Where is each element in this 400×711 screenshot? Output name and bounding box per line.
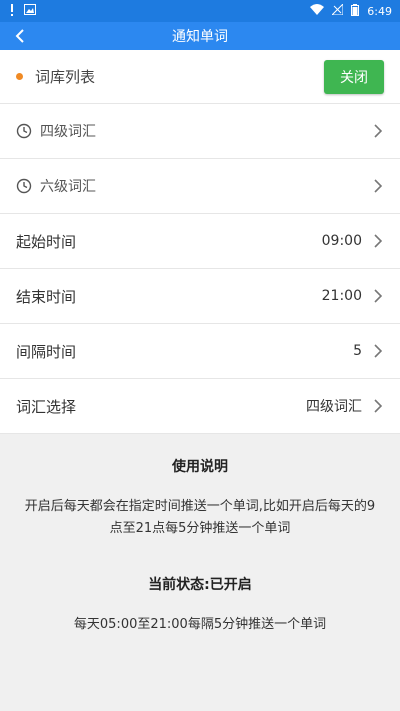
battery-icon: [351, 3, 360, 19]
interval-label: 间隔时间: [16, 342, 77, 361]
end-time-value: 21:00: [321, 288, 362, 304]
chevron-right-icon: [372, 178, 384, 194]
lexicon-item-cet4[interactable]: 四级词汇: [0, 104, 400, 159]
status-bar: 6:49: [0, 0, 400, 22]
chevron-right-icon: [372, 343, 384, 359]
status-title: 当前状态:已开启: [148, 577, 252, 593]
close-button[interactable]: 关闭: [324, 59, 384, 94]
notification-icon: [8, 3, 16, 19]
lexicon-title: 词库列表: [35, 68, 96, 86]
clock-icon: [16, 123, 32, 139]
info-section: 使用说明 开启后每天都会在指定时间推送一个单词,比如开启后每天的9点至21点每5…: [0, 434, 400, 658]
start-time-value: 09:00: [321, 233, 362, 249]
app-bar: 通知单词: [0, 22, 400, 50]
orange-dot-icon: [16, 73, 23, 80]
usage-title: 使用说明: [172, 459, 228, 475]
lexicon-header: 词库列表 关闭: [0, 50, 400, 104]
interval-value: 5: [353, 343, 362, 359]
lexicon-item-label: 四级词汇: [40, 124, 96, 140]
interval-row[interactable]: 间隔时间 5: [0, 324, 400, 379]
no-signal-icon: [331, 2, 344, 18]
lexicon-list: 词库列表 关闭 四级词汇 六级词汇 起始时间 09:00 结束时间 21:00 …: [0, 50, 400, 434]
vocab-select-value: 四级词汇: [306, 399, 362, 415]
page-title: 通知单词: [172, 29, 228, 45]
start-time-row[interactable]: 起始时间 09:00: [0, 214, 400, 269]
vocab-select-row[interactable]: 词汇选择 四级词汇: [0, 379, 400, 434]
chevron-right-icon: [372, 233, 384, 249]
lexicon-item-cet6[interactable]: 六级词汇: [0, 159, 400, 214]
usage-text: 开启后每天都会在指定时间推送一个单词,比如开启后每天的9点至21点每5分钟推送一…: [24, 499, 376, 536]
lexicon-item-label: 六级词汇: [40, 179, 96, 195]
clock-icon: [16, 178, 32, 194]
status-text: 每天05:00至21:00每隔5分钟推送一个单词: [73, 617, 327, 632]
chevron-right-icon: [372, 398, 384, 414]
status-time: 6:49: [367, 4, 392, 18]
vocab-select-label: 词汇选择: [16, 397, 77, 416]
chevron-left-icon: [15, 29, 24, 43]
end-time-row[interactable]: 结束时间 21:00: [0, 269, 400, 324]
back-button[interactable]: [8, 22, 32, 50]
chevron-right-icon: [372, 288, 384, 304]
end-time-label: 结束时间: [16, 287, 77, 306]
start-time-label: 起始时间: [16, 232, 77, 251]
chevron-right-icon: [372, 123, 384, 139]
wifi-icon: [310, 4, 325, 18]
gallery-icon: [24, 4, 36, 18]
